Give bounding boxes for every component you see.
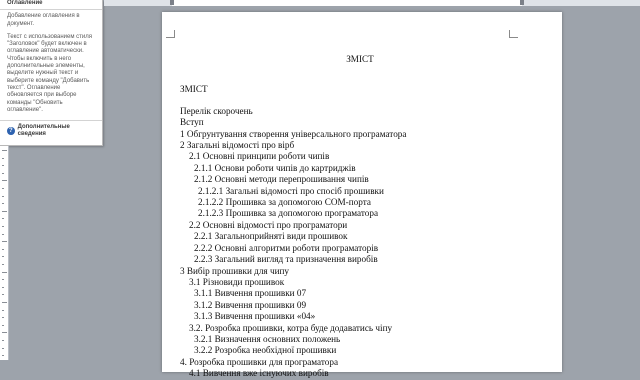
ruler-tick (2, 218, 4, 220)
toc-entry[interactable]: 2.2.2 Основні алгоритми роботи програмат… (180, 243, 540, 254)
tooltip-divider (0, 120, 102, 122)
ruler-tick (2, 271, 7, 273)
toc-entry[interactable]: 3.2.2 Розробка необхідної прошивки (180, 345, 540, 356)
tooltip-details: Текст с использованием стиля "Заголовок"… (7, 33, 92, 113)
ruler-tick (2, 286, 4, 288)
ruler-tick (2, 355, 4, 357)
ruler-tick (2, 264, 4, 265)
ruler-tick (2, 188, 4, 189)
ruler-tick (2, 309, 4, 311)
ruler-text-area (172, 0, 522, 6)
ruler-tick (2, 180, 7, 182)
crop-mark (509, 37, 518, 38)
vertical-ruler[interactable] (0, 146, 9, 360)
ruler-tick (2, 165, 4, 167)
ruler-tick (2, 241, 7, 243)
ruler-tick (2, 332, 7, 334)
toc-entry[interactable]: 1 Обгрунтування створення універсального… (180, 129, 540, 140)
toc-heading: ЗМІСТ (180, 84, 208, 95)
toc-entry[interactable]: 3.1.2 Вивчення прошивки 09 (180, 300, 540, 311)
ruler-tick (2, 248, 4, 250)
ruler-tick (2, 226, 4, 227)
ruler-tick (2, 324, 4, 326)
toc-entry[interactable]: 2.1.2.1 Загальні відомості про спосіб пр… (180, 186, 540, 197)
crop-mark (166, 37, 175, 38)
toc-entry[interactable]: 3 Вибір прошивки для чипу (180, 266, 540, 277)
ruler-tick (2, 210, 7, 212)
tooltip-title: Оглавление (7, 0, 43, 6)
ruler-tick (2, 157, 4, 159)
horizontal-ruler[interactable] (104, 0, 640, 6)
ruler-tick (2, 317, 4, 319)
ruler-tick (2, 195, 4, 197)
help-icon: ? (7, 127, 15, 136)
toc-entry[interactable]: 3.1 Різновиди прошивок (180, 277, 540, 288)
toc-entry[interactable]: 2.1.1 Основи роботи чипів до картриджів (180, 163, 540, 174)
toc-entry[interactable]: 2.2 Основні відомості про програматори (180, 220, 540, 231)
more-info-link[interactable]: ? Дополнительные сведения (7, 124, 96, 139)
toc-entry[interactable]: 3.2.1 Визначення основних положень (180, 334, 540, 345)
toc-entry[interactable]: 2.2.3 Загальний вигляд та призначення ви… (180, 254, 540, 265)
ruler-tick (2, 172, 4, 174)
toc-entry[interactable]: Перелік скорочень (180, 106, 540, 117)
toc-entry[interactable]: 3.2. Розробка прошивки, котра буде додав… (180, 323, 540, 334)
ruler-tick (2, 302, 7, 303)
toc-entry[interactable]: 2.1 Основні принципи роботи чипів (180, 151, 540, 162)
toc-entry[interactable]: 3.1.1 Вивчення прошивки 07 (180, 288, 540, 299)
toc-entry[interactable]: 4.1 Вивчення вже існуючих виробів (180, 368, 540, 379)
toc-list: Перелік скорочень Вступ 1 Обгрунтування ст… (180, 106, 540, 380)
toc-entry[interactable]: 4. Розробка прошивки для програматора (180, 357, 540, 368)
toc-entry[interactable]: Вступ (180, 117, 540, 128)
document-heading: ЗМІСТ (346, 54, 374, 64)
toc-tooltip: Оглавление Добавление оглавления в докум… (0, 0, 103, 146)
ruler-tick (2, 256, 4, 258)
left-indent-marker[interactable] (170, 0, 174, 5)
toc-entry[interactable]: 2 Загальні відомості про вірб (180, 140, 540, 151)
toc-entry[interactable]: 2.1.2 Основні методи перепрошивання чипі… (180, 174, 540, 185)
toc-entry[interactable]: 3.1.3 Вивчення прошивки «04» (180, 311, 540, 322)
ruler-tick (2, 150, 7, 151)
document-body[interactable]: ЗМІСТ ЗМІСТ Перелік скорочень Вступ 1 Обгр… (180, 54, 540, 380)
toc-entry[interactable]: 2.2.1 Загальноприйняті види прошивок (180, 231, 540, 242)
ruler-tick (2, 233, 4, 235)
toc-entry[interactable]: 2.1.2.2 Прошивка за допомогою COM-порта (180, 197, 540, 208)
toc-entry[interactable]: 2.1.2.3 Прошивка за допомогою програмато… (180, 208, 540, 219)
ruler-tick (2, 203, 4, 205)
ruler-tick (2, 279, 4, 281)
more-info-label: Дополнительные сведения (17, 124, 70, 138)
right-indent-marker[interactable] (520, 0, 524, 5)
ruler-tick (2, 294, 4, 296)
document-page[interactable]: ЗМІСТ ЗМІСТ Перелік скорочень Вступ 1 Обгр… (162, 12, 562, 378)
tooltip-description: Добавление оглавления в документ. (7, 13, 80, 27)
ruler-tick (2, 340, 4, 341)
tooltip-divider (0, 9, 102, 11)
ruler-tick (2, 347, 4, 349)
